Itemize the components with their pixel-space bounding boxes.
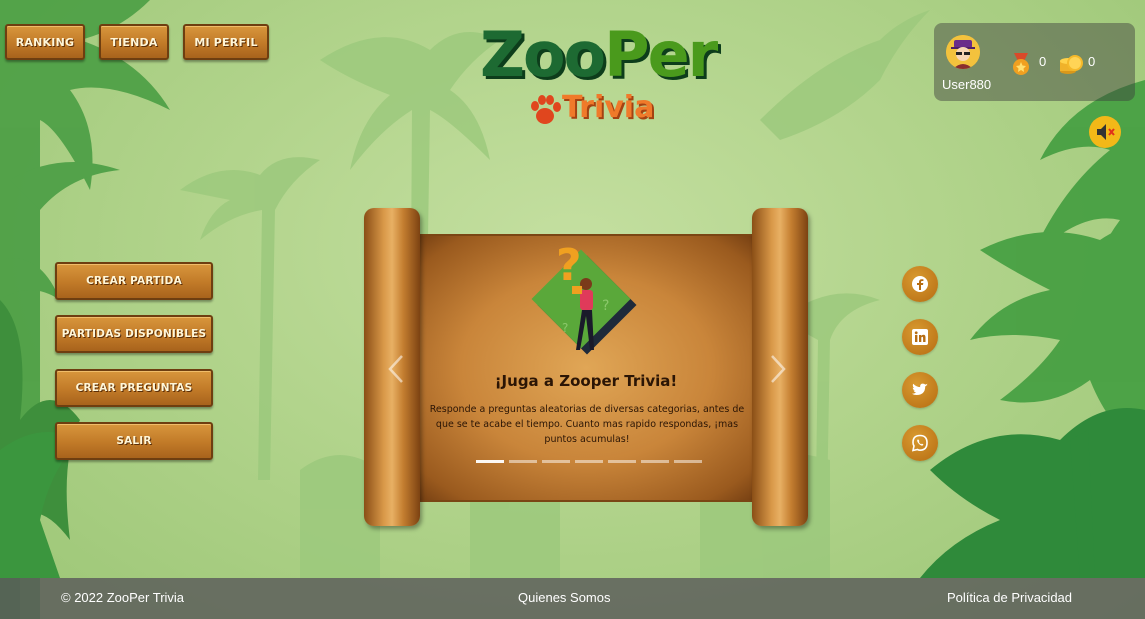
logo-zooper-text: ZooPer [480, 18, 718, 91]
twitter-icon [911, 383, 928, 395]
carousel-indicator[interactable] [608, 460, 636, 463]
carousel-next-icon[interactable] [766, 352, 790, 386]
ranking-button[interactable]: RANKING [5, 24, 85, 60]
user-panel: 0 0 User880 [934, 23, 1135, 101]
speaker-muted-icon [1097, 124, 1115, 140]
quienes-somos-link[interactable]: Quienes Somos [518, 590, 611, 605]
carousel-indicator[interactable] [542, 460, 570, 463]
whatsapp-icon [911, 434, 928, 452]
trophy-medal-icon [1013, 53, 1029, 75]
carousel-indicator[interactable] [575, 460, 603, 463]
partidas-disponibles-button[interactable]: PARTIDAS DISPONIBLES [55, 315, 213, 353]
trophy-count: 0 [1039, 54, 1047, 69]
twitter-share-button[interactable] [902, 372, 938, 408]
avatar[interactable] [946, 35, 980, 69]
whatsapp-share-button[interactable] [902, 425, 938, 461]
linkedin-share-button[interactable] [902, 319, 938, 355]
coins-icon [1060, 55, 1083, 74]
paw-icon [531, 95, 561, 124]
carousel-indicators [476, 460, 702, 463]
facebook-share-button[interactable] [902, 266, 938, 302]
sound-toggle-button[interactable] [1089, 116, 1121, 148]
slide-description: Responde a preguntas aleatorias de diver… [429, 404, 745, 445]
linkedin-icon [912, 329, 928, 345]
coin-count: 0 [1088, 54, 1096, 69]
svg-text:?: ? [562, 321, 568, 335]
trivia-player-illustration: ? ? ? [531, 240, 637, 355]
intro-carousel: ? ? ? ¡Juga a Zooper Trivia! Responde a … [360, 204, 812, 528]
carousel-indicator[interactable] [509, 460, 537, 463]
tienda-button[interactable]: TIENDA [99, 24, 169, 60]
carousel-indicator[interactable] [476, 460, 504, 463]
footer: © 2022 ZooPer Trivia Quienes Somos Polít… [0, 578, 1145, 619]
zooper-trivia-logo: ZooPer Trivia [470, 18, 740, 133]
facebook-icon [912, 276, 928, 292]
slide-title: ¡Juga a Zooper Trivia! [494, 372, 678, 390]
svg-text:?: ? [556, 240, 582, 291]
carousel-prev-icon[interactable] [384, 352, 408, 386]
crear-partida-button[interactable]: CREAR PARTIDA [55, 262, 213, 300]
crear-preguntas-button[interactable]: CREAR PREGUNTAS [55, 369, 213, 407]
carousel-indicator[interactable] [641, 460, 669, 463]
logo-per-text: Per [604, 18, 718, 91]
copyright-text: © 2022 ZooPer Trivia [61, 590, 185, 605]
logo-trivia-text: Trivia [562, 90, 655, 125]
spy-avatar-icon [946, 35, 980, 69]
salir-button[interactable]: SALIR [55, 422, 213, 460]
carousel-indicator[interactable] [674, 460, 702, 463]
svg-text:?: ? [602, 298, 609, 314]
privacy-policy-link[interactable]: Política de Privacidad [947, 590, 1072, 605]
logo-zoo-text: Zoo [480, 18, 606, 91]
username: User880 [942, 77, 992, 92]
mi-perfil-button[interactable]: MI PERFIL [183, 24, 269, 60]
